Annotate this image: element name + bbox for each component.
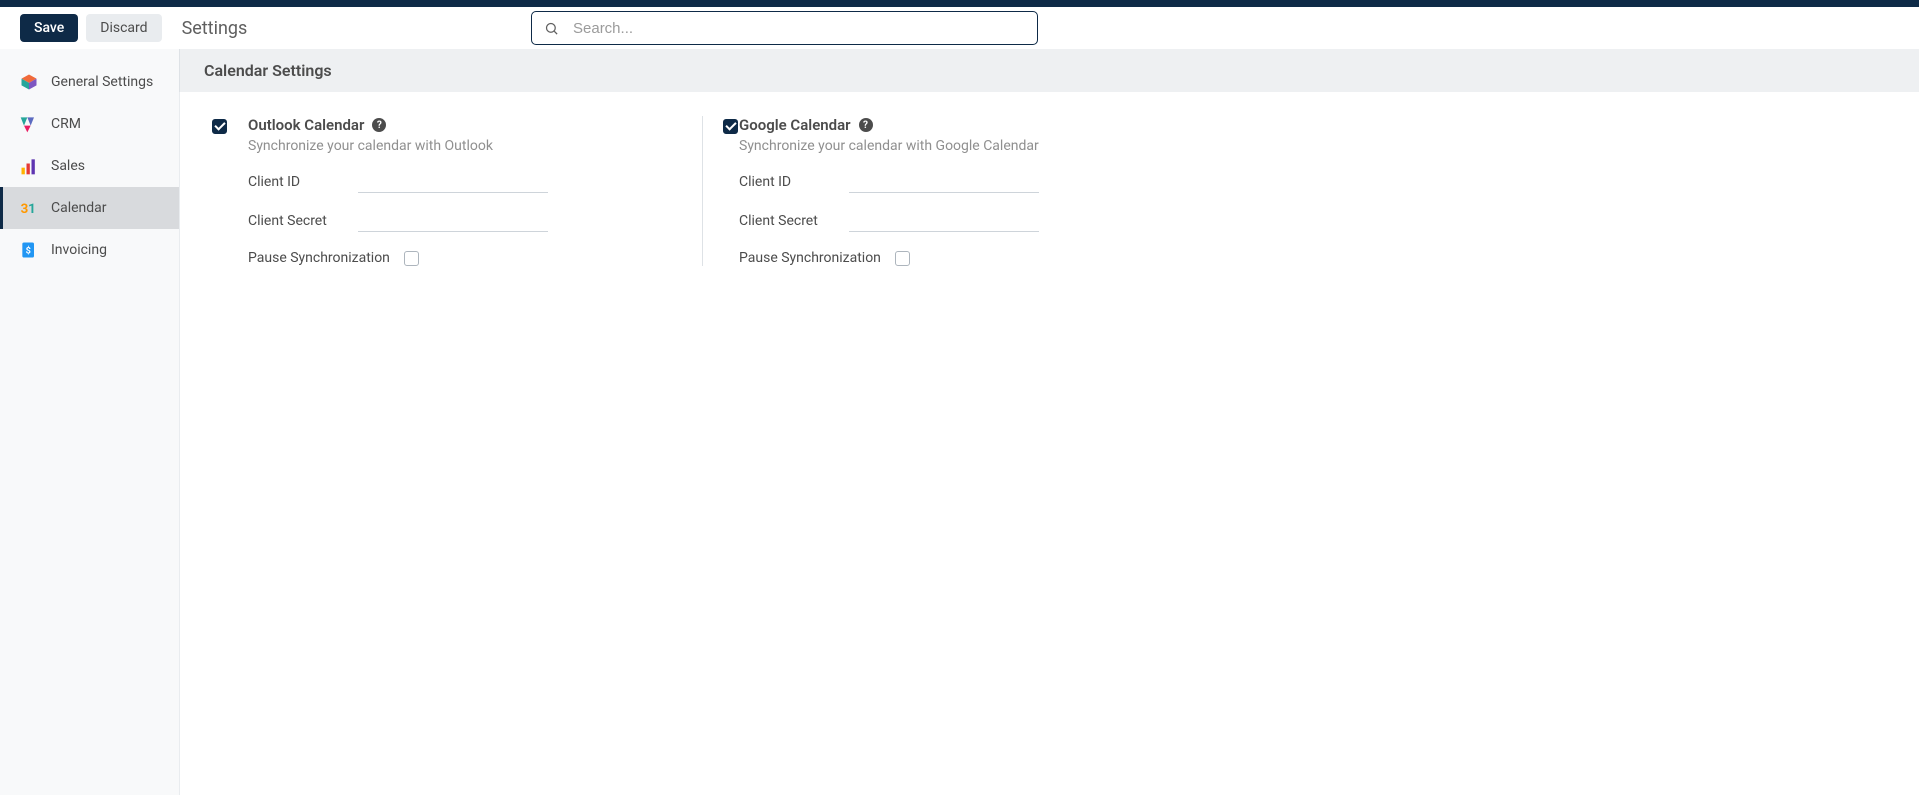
sidebar-item-label: Calendar (51, 200, 107, 216)
outlook-setting-block: Outlook Calendar ? Synchronize your cale… (212, 116, 702, 266)
outlook-pause-checkbox[interactable] (404, 251, 419, 266)
google-client-secret-input[interactable] (849, 211, 1039, 232)
google-client-id-row: Client ID (739, 172, 1152, 193)
discard-button[interactable]: Discard (86, 14, 161, 42)
main-content: Calendar Settings Outlook Calendar ? Syn… (180, 49, 1919, 795)
search-icon (544, 21, 559, 36)
outlook-enable-checkbox[interactable] (212, 119, 227, 134)
help-icon[interactable]: ? (372, 118, 386, 132)
outlook-client-secret-row: Client Secret (248, 211, 662, 232)
google-desc: Synchronize your calendar with Google Ca… (739, 138, 1152, 154)
outlook-title-text: Outlook Calendar (248, 116, 364, 134)
svg-text:1: 1 (28, 202, 36, 217)
field-label: Client Secret (248, 211, 358, 232)
settings-content: Outlook Calendar ? Synchronize your cale… (180, 92, 1919, 290)
sidebar-item-label: Invoicing (51, 242, 107, 258)
section-title: Calendar Settings (204, 61, 1895, 80)
google-pause-checkbox[interactable] (895, 251, 910, 266)
sidebar-item-calendar[interactable]: 3 1 Calendar (0, 187, 179, 229)
sidebar-item-general[interactable]: General Settings (0, 61, 179, 103)
outlook-desc: Synchronize your calendar with Outlook (248, 138, 662, 154)
sidebar: General Settings CRM Sales (0, 49, 180, 795)
field-label: Client ID (248, 172, 358, 193)
google-pause-label: Pause Synchronization (739, 250, 881, 266)
page-title: Settings (182, 18, 248, 39)
outlook-pause-row: Pause Synchronization (248, 250, 662, 266)
outlook-client-secret-input[interactable] (358, 211, 548, 232)
google-pause-row: Pause Synchronization (739, 250, 1152, 266)
outlook-title: Outlook Calendar ? (248, 116, 662, 134)
search-box[interactable] (531, 11, 1038, 45)
sidebar-item-label: Sales (51, 158, 85, 174)
sidebar-item-label: CRM (51, 116, 81, 132)
top-bar (0, 0, 1919, 7)
crm-icon (19, 114, 39, 134)
sidebar-item-crm[interactable]: CRM (0, 103, 179, 145)
invoicing-icon: $ (19, 240, 39, 260)
outlook-pause-label: Pause Synchronization (248, 250, 390, 266)
outlook-client-id-row: Client ID (248, 172, 662, 193)
outlook-client-id-input[interactable] (358, 172, 548, 193)
sales-icon (19, 156, 39, 176)
sidebar-item-sales[interactable]: Sales (0, 145, 179, 187)
google-setting-block: Google Calendar ? Synchronize your calen… (702, 116, 1192, 266)
google-title-text: Google Calendar (739, 116, 851, 134)
svg-text:$: $ (26, 245, 31, 256)
sidebar-item-label: General Settings (51, 74, 153, 90)
toolbar: Save Discard Settings (0, 7, 1919, 49)
section-header: Calendar Settings (179, 49, 1919, 92)
calendar-icon: 3 1 (19, 198, 39, 218)
google-client-secret-row: Client Secret (739, 211, 1152, 232)
sidebar-item-invoicing[interactable]: $ Invoicing (0, 229, 179, 271)
save-button[interactable]: Save (20, 14, 78, 42)
field-label: Client Secret (739, 211, 849, 232)
help-icon[interactable]: ? (859, 118, 873, 132)
google-enable-checkbox[interactable] (723, 119, 738, 134)
google-client-id-input[interactable] (849, 172, 1039, 193)
cube-icon (19, 72, 39, 92)
google-title: Google Calendar ? (739, 116, 1152, 134)
field-label: Client ID (739, 172, 849, 193)
search-input[interactable] (573, 20, 1025, 37)
